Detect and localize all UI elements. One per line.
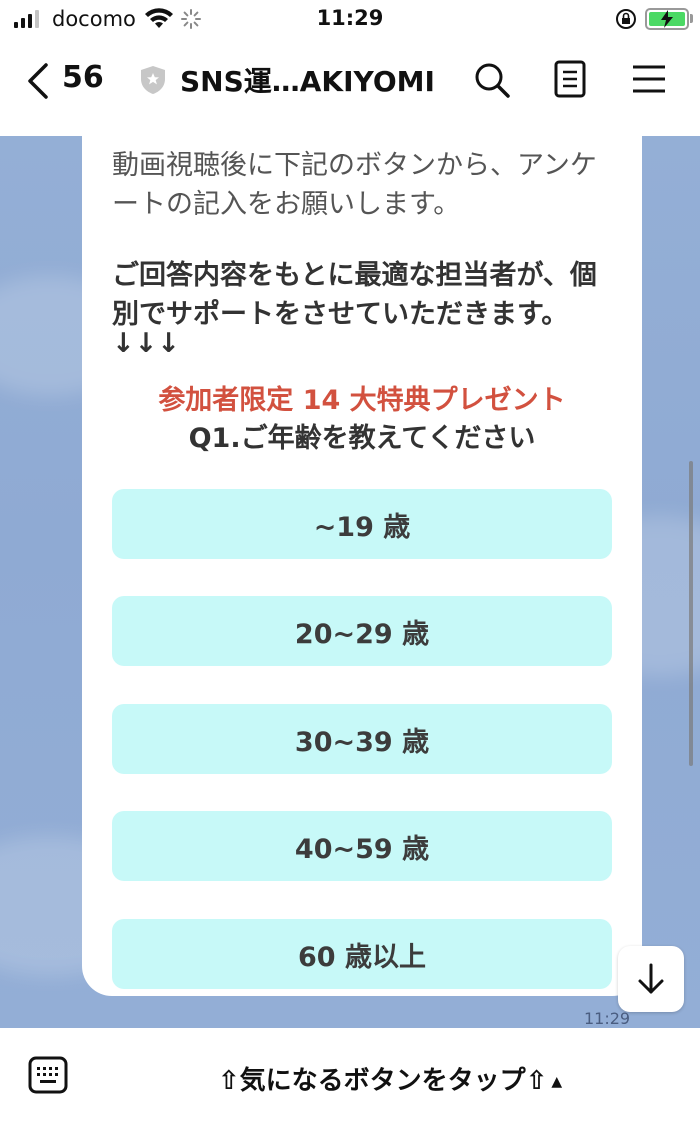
triangle-up-icon: ▲	[551, 1073, 563, 1090]
answer-button-30-39[interactable]: 30~39 歳	[112, 704, 612, 774]
chat-area[interactable]: 動画視聴後に下記のボタンから、アンケートの記入をお願いします。 ご回答内容をもと…	[0, 136, 700, 1028]
answer-button-60-plus[interactable]: 60 歳以上	[112, 919, 612, 989]
present-banner-text: 参加者限定 14 大特典プレゼント	[158, 385, 566, 416]
chat-title: SNS運…AKIYOMI	[180, 65, 435, 98]
lock-rotation-icon	[616, 9, 636, 29]
notes-icon[interactable]	[554, 60, 586, 98]
message-intro-text: 動画視聴後に下記のボタンから、アンケートの記入をお願いします。	[112, 150, 597, 220]
question-text: Q1.ご年齢を教えてください	[188, 423, 536, 454]
scrollbar[interactable]	[689, 461, 693, 766]
shield-icon	[141, 66, 165, 94]
status-time: 11:29	[316, 6, 384, 30]
answer-button-under-19[interactable]: ~19 歳	[112, 489, 612, 559]
battery-icon	[645, 8, 689, 30]
search-icon[interactable]	[472, 60, 512, 100]
answer-button-20-29[interactable]: 20~29 歳	[112, 596, 612, 666]
arrow-down-icon	[638, 963, 664, 994]
answer-button-40-59[interactable]: 40~59 歳	[112, 811, 612, 881]
message-timestamp: 11:29	[584, 1009, 631, 1028]
chat-header: 56 SNS運…AKIYOMI	[0, 40, 700, 136]
down-arrows-text: ↓↓↓	[112, 328, 180, 359]
unread-count[interactable]: 56	[62, 60, 104, 95]
message-support-text: ご回答内容をもとに最適な担当者が、個別でサポートをさせていただきます。	[112, 260, 597, 330]
rich-menu-toggle[interactable]: ⇧気になるボタンをタップ⇧ ▲	[0, 1060, 700, 1097]
scroll-to-bottom-button[interactable]	[618, 946, 684, 1012]
menu-icon[interactable]	[632, 64, 666, 94]
bottom-bar: ⇧気になるボタンをタップ⇧ ▲	[0, 1028, 700, 1124]
back-chevron-icon[interactable]	[26, 62, 50, 100]
status-bar: docomo 11:29	[0, 0, 700, 40]
rich-menu-label: ⇧気になるボタンをタップ⇧	[217, 1066, 548, 1096]
